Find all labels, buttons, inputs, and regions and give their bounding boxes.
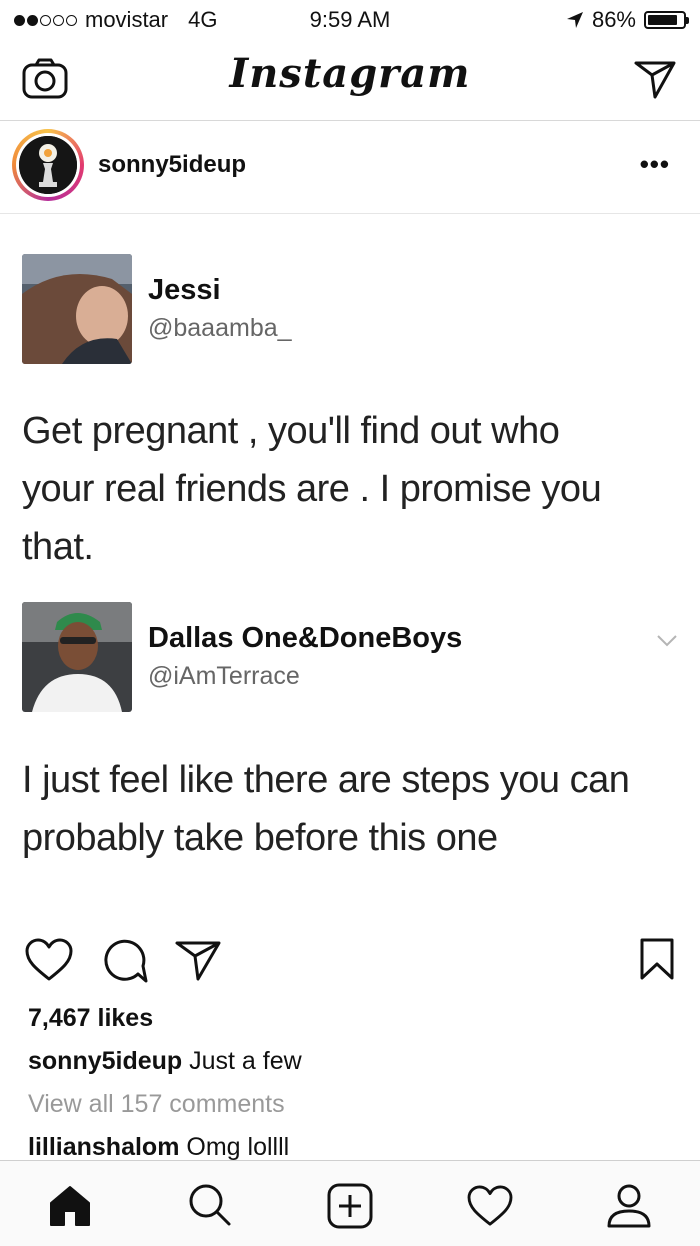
caption: sonny5ideup Just a few	[28, 1047, 302, 1076]
add-icon[interactable]	[327, 1183, 373, 1229]
tweet-line: I just feel like there are steps you can	[22, 759, 630, 801]
app-header: Instagram	[0, 40, 700, 121]
comment-icon[interactable]	[102, 938, 148, 984]
send-icon[interactable]	[634, 60, 676, 100]
more-options-icon[interactable]: •••	[640, 149, 670, 180]
tweet-author-photo	[22, 602, 132, 712]
caption-text: Just a few	[189, 1047, 302, 1075]
tweet-author-handle: @baaamba_	[148, 314, 292, 342]
avatar-chess-icon	[19, 136, 77, 194]
avatar[interactable]	[12, 129, 84, 201]
tweet-text: I just feel like there are steps you can…	[22, 751, 692, 867]
status-bar: movistar 4G 9:59 AM 86%	[0, 0, 700, 40]
search-icon[interactable]	[188, 1183, 232, 1227]
heart-icon[interactable]	[25, 938, 73, 982]
home-icon[interactable]	[48, 1185, 92, 1227]
tweet-line: probably take before this one	[22, 817, 498, 859]
post-image: Jessi @baaamba_ Get pregnant , you'll fi…	[0, 214, 700, 914]
tweet-line: your real friends are . I promise you	[22, 468, 602, 510]
tweet-line: that.	[22, 526, 94, 568]
status-right: 86%	[566, 7, 689, 33]
battery-icon	[644, 11, 689, 29]
comment-username[interactable]: lillianshalom	[28, 1133, 179, 1161]
tweet-line: Get pregnant , you'll find out who	[22, 410, 560, 452]
caption-username[interactable]: sonny5ideup	[28, 1047, 182, 1075]
post-header: sonny5ideup •••	[0, 121, 700, 214]
tweet-author-name: Jessi	[148, 274, 221, 306]
tweet-text: Get pregnant , you'll find out who your …	[22, 402, 692, 576]
likes-count[interactable]: 7,467 likes	[28, 1004, 153, 1033]
comment-text: Omg lollll	[186, 1133, 290, 1161]
tweet-author-name: Dallas One&DoneBoys	[148, 622, 463, 654]
location-arrow-icon	[566, 12, 583, 28]
bottom-tab-bar	[0, 1160, 700, 1246]
post-username[interactable]: sonny5ideup	[98, 151, 246, 179]
activity-icon[interactable]	[466, 1185, 514, 1227]
tweet-author-handle: @iAmTerrace	[148, 662, 300, 690]
share-icon[interactable]	[175, 940, 221, 982]
tweet-author-photo	[22, 254, 132, 364]
bookmark-icon[interactable]	[640, 938, 674, 980]
chevron-down-icon	[657, 635, 677, 647]
view-all-comments-link[interactable]: View all 157 comments	[28, 1090, 285, 1119]
comment-preview: lillianshalom Omg lollll	[28, 1133, 289, 1162]
instagram-logo: Instagram	[229, 50, 471, 97]
battery-percent: 86%	[591, 7, 636, 32]
profile-icon[interactable]	[606, 1183, 652, 1229]
